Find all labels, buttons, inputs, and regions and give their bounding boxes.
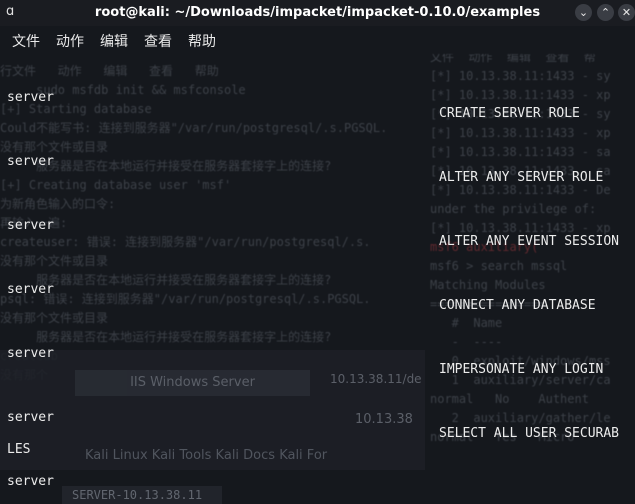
- window-title: root@kali: ~/Downloads/impacket/impacket…: [94, 5, 541, 20]
- menu-bar: 文件 动作 编辑 查看 帮助: [0, 26, 635, 54]
- output-left-line: server: [7, 218, 54, 233]
- output-left-line: server: [7, 90, 54, 105]
- menu-edit[interactable]: 编辑: [100, 31, 128, 51]
- permission-line: CREATE SERVER ROLE: [439, 106, 580, 121]
- title-bar: ɑ root@kali: ~/Downloads/impacket/impack…: [0, 0, 635, 26]
- minimize-button[interactable]: ⌄: [575, 4, 592, 21]
- output-left-line: LES: [7, 442, 31, 457]
- permission-line: SELECT ALL USER SECURAB: [439, 426, 620, 441]
- permission-line: ALTER ANY EVENT SESSION: [439, 234, 620, 249]
- menu-help[interactable]: 帮助: [188, 31, 216, 51]
- menu-view[interactable]: 查看: [144, 31, 172, 51]
- terminal-output: server server server server server serve…: [0, 54, 635, 504]
- permission-line: ALTER ANY SERVER ROLE: [439, 170, 604, 185]
- permission-line: CONNECT ANY DATABASE: [439, 298, 596, 313]
- output-left-line: server: [7, 154, 54, 169]
- output-left-line: server: [7, 282, 54, 297]
- output-left-line: server: [7, 410, 54, 425]
- menu-file[interactable]: 文件: [12, 31, 40, 51]
- output-left-line: server: [7, 474, 54, 489]
- maximize-button[interactable]: ⌃: [597, 4, 614, 21]
- menu-action[interactable]: 动作: [56, 31, 84, 51]
- output-left-line: server: [7, 346, 54, 361]
- close-button[interactable]: ✕: [618, 4, 635, 21]
- permission-line: IMPERSONATE ANY LOGIN: [439, 362, 604, 377]
